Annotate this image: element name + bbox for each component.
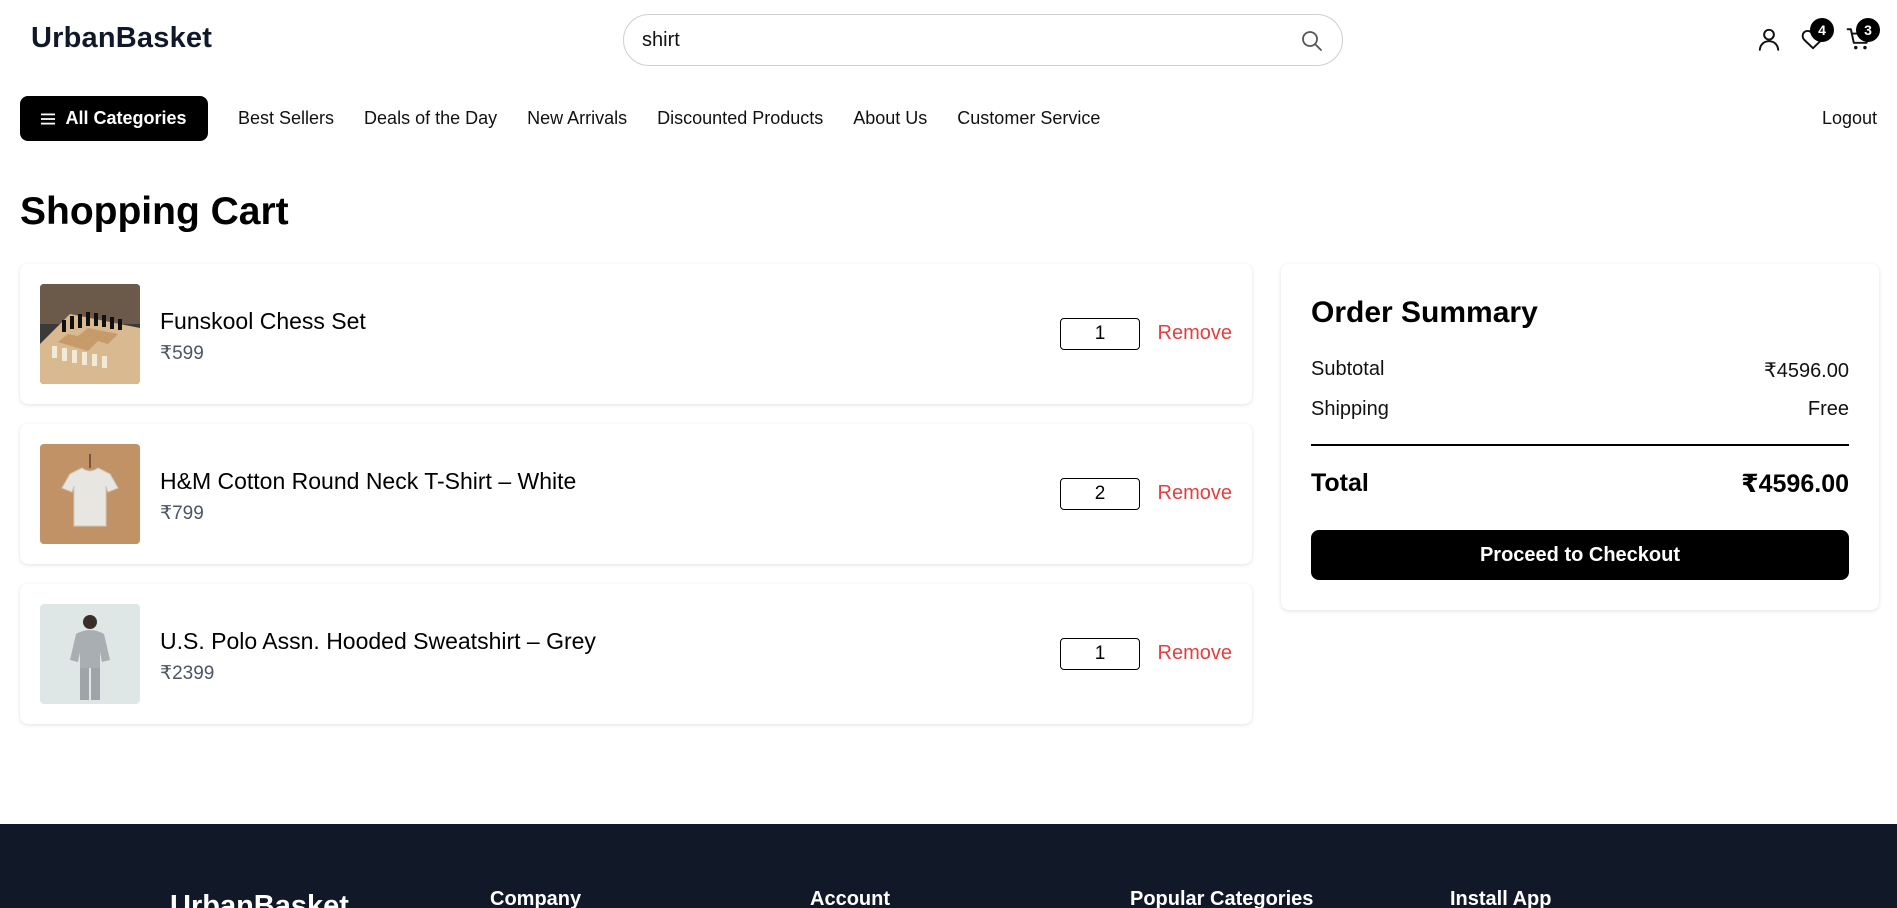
nav-link-deals-of-the-day[interactable]: Deals of the Day: [364, 108, 497, 129]
logout-link[interactable]: Logout: [1822, 108, 1877, 129]
nav-link-customer-service[interactable]: Customer Service: [957, 108, 1100, 129]
menu-icon: [41, 113, 56, 124]
cart-item-name[interactable]: H&M Cotton Round Neck T-Shirt – White: [160, 468, 576, 495]
summary-divider: [1311, 444, 1849, 446]
cart-item: H&M Cotton Round Neck T-Shirt – White ₹7…: [20, 424, 1252, 564]
order-summary: Order Summary Subtotal ₹4596.00 Shipping…: [1281, 264, 1879, 610]
cart-item-price: ₹599: [160, 343, 204, 364]
nav-link-discounted-products[interactable]: Discounted Products: [657, 108, 823, 129]
nav-links: Best Sellers Deals of the Day New Arriva…: [238, 108, 1130, 129]
site-footer: UrbanBasket Company Account Popular Cate…: [0, 824, 1897, 908]
cart-count-badge: 3: [1856, 18, 1880, 42]
page-title: Shopping Cart: [20, 190, 289, 233]
cart-items-list: Funskool Chess Set ₹599 Remove H&M Cotto…: [20, 264, 1252, 744]
total-row: Total ₹4596.00: [1311, 469, 1849, 499]
cart-item-name[interactable]: Funskool Chess Set: [160, 308, 366, 335]
subtotal-value: ₹4596.00: [1763, 360, 1849, 382]
total-label: Total: [1311, 469, 1369, 497]
subtotal-label: Subtotal: [1311, 358, 1385, 380]
footer-heading-install-app: Install App: [1450, 888, 1552, 908]
quantity-input[interactable]: [1060, 638, 1140, 670]
proceed-to-checkout-button[interactable]: Proceed to Checkout: [1311, 530, 1849, 580]
site-logo[interactable]: UrbanBasket: [31, 22, 212, 55]
main-nav: All Categories Best Sellers Deals of the…: [0, 96, 1897, 142]
nav-link-best-sellers[interactable]: Best Sellers: [238, 108, 334, 129]
quantity-input[interactable]: [1060, 318, 1140, 350]
cart-item-price: ₹2399: [160, 663, 215, 684]
remove-item-button[interactable]: Remove: [1158, 482, 1232, 505]
cart-item: U.S. Polo Assn. Hooded Sweatshirt – Grey…: [20, 584, 1252, 724]
order-summary-title: Order Summary: [1311, 296, 1538, 329]
remove-item-button[interactable]: Remove: [1158, 322, 1232, 345]
product-image-sweatshirt[interactable]: [40, 604, 140, 704]
shipping-row: Shipping Free: [1311, 398, 1849, 421]
cart-item-price: ₹799: [160, 503, 204, 524]
shipping-value: Free: [1807, 398, 1849, 420]
nav-link-about-us[interactable]: About Us: [853, 108, 927, 129]
footer-heading-company: Company: [490, 888, 582, 908]
product-image-chess-set[interactable]: [40, 284, 140, 384]
user-icon[interactable]: [1756, 26, 1782, 52]
footer-heading-popular-categories: Popular Categories: [1130, 888, 1314, 908]
total-value: ₹4596.00: [1741, 470, 1849, 498]
cart-item-name[interactable]: U.S. Polo Assn. Hooded Sweatshirt – Grey: [160, 628, 596, 655]
nav-link-new-arrivals[interactable]: New Arrivals: [527, 108, 627, 129]
remove-item-button[interactable]: Remove: [1158, 642, 1232, 665]
product-image-tshirt[interactable]: [40, 444, 140, 544]
search-input[interactable]: [642, 25, 1282, 55]
quantity-input[interactable]: [1060, 478, 1140, 510]
all-categories-label: All Categories: [65, 108, 187, 128]
subtotal-row: Subtotal ₹4596.00: [1311, 358, 1849, 383]
search-icon[interactable]: [1300, 29, 1324, 53]
footer-heading-account: Account: [810, 888, 890, 908]
cart-item: Funskool Chess Set ₹599 Remove: [20, 264, 1252, 404]
footer-logo[interactable]: UrbanBasket: [170, 890, 349, 908]
wishlist-count-badge: 4: [1810, 18, 1834, 42]
search-bar: [623, 14, 1343, 66]
shipping-label: Shipping: [1311, 398, 1389, 420]
all-categories-button[interactable]: All Categories: [20, 96, 208, 141]
site-header: UrbanBasket 4 3: [0, 0, 1897, 80]
